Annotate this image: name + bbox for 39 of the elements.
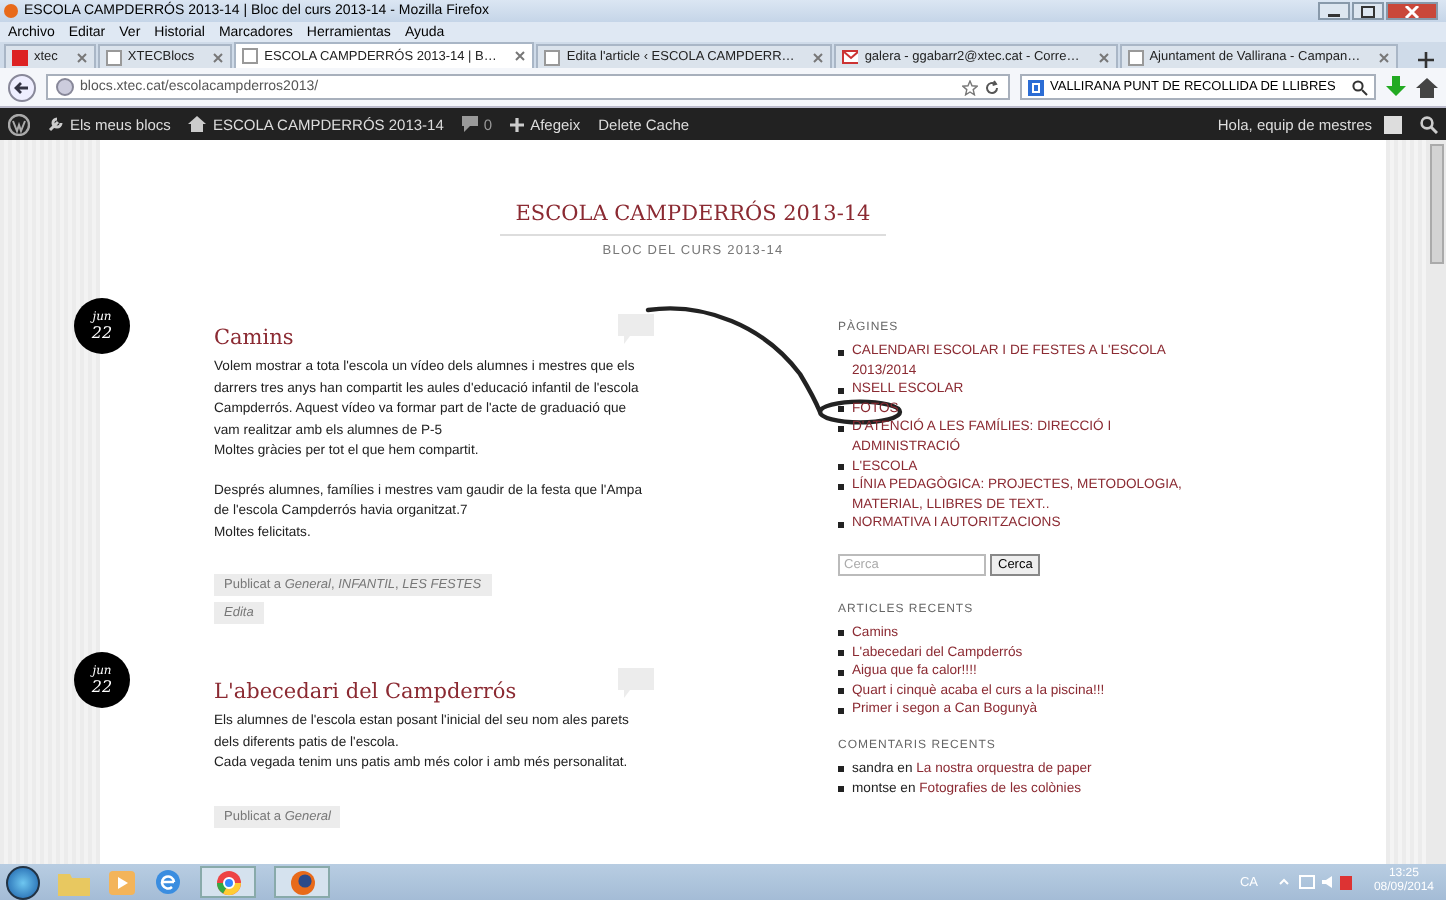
close-tab-icon[interactable]	[1097, 51, 1110, 63]
browser-logo-icon	[4, 4, 18, 18]
search-icon[interactable]	[1352, 79, 1368, 95]
reload-icon[interactable]	[984, 79, 1000, 95]
post-title[interactable]: L'abecedari del Campderrós	[214, 680, 517, 704]
browser-e-icon[interactable]	[154, 868, 182, 896]
minimize-button[interactable]	[1318, 2, 1350, 20]
home-icon	[188, 116, 207, 132]
close-icon	[1404, 5, 1420, 17]
back-button[interactable]	[8, 73, 36, 101]
post-title[interactable]: Camins	[214, 326, 294, 350]
close-tab-icon[interactable]	[514, 50, 527, 62]
blog-title[interactable]: ESCOLA CAMPDERRÓS 2013-14	[499, 202, 887, 236]
search-icon[interactable]	[1420, 115, 1438, 133]
taskbar-app-icon[interactable]	[274, 866, 330, 898]
scrollbar-thumb[interactable]	[1429, 144, 1443, 264]
speech-bubble-icon	[461, 116, 478, 132]
close-tab-icon[interactable]	[812, 51, 825, 63]
bookmark-star-icon[interactable]	[962, 79, 978, 95]
close-tab-icon[interactable]	[75, 51, 88, 63]
maximize-button[interactable]	[1352, 2, 1384, 20]
wordpress-logo-icon[interactable]	[8, 113, 30, 135]
globe-icon	[56, 78, 74, 96]
wrench-icon	[48, 116, 64, 132]
download-arrow-icon[interactable]	[1386, 76, 1406, 98]
taskbar-app-icon[interactable]	[200, 866, 256, 898]
search-engine-icon	[1028, 79, 1044, 95]
x-logo-icon	[12, 49, 28, 65]
close-tab-icon[interactable]	[1378, 51, 1391, 63]
plus-icon	[510, 117, 525, 131]
avatar-icon	[1384, 115, 1402, 133]
system-tray-icon[interactable]	[1275, 872, 1356, 892]
close-button[interactable]	[1386, 2, 1438, 20]
mail-icon	[842, 49, 859, 65]
maximize-icon	[1360, 5, 1376, 17]
home-icon[interactable]	[1416, 77, 1438, 97]
page-icon	[242, 48, 259, 64]
start-button[interactable]	[6, 865, 40, 899]
close-tab-icon[interactable]	[212, 51, 225, 63]
